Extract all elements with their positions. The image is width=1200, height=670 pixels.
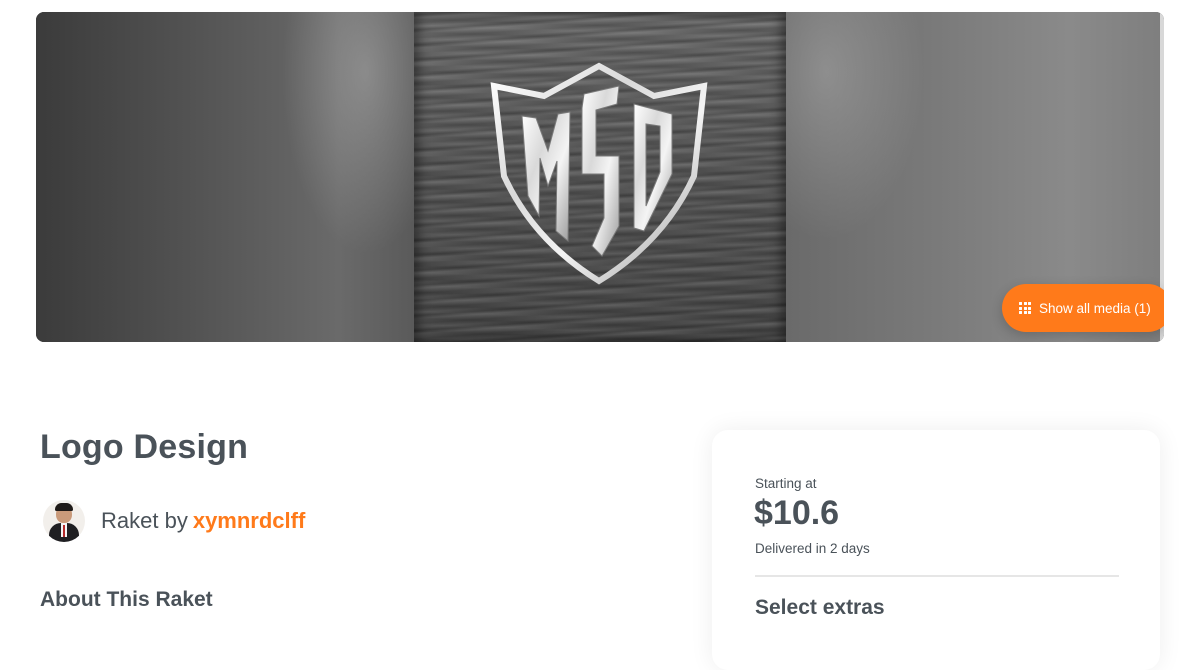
grid-icon	[1019, 302, 1031, 314]
delivery-time: Delivered in 2 days	[755, 541, 870, 556]
pricing-card: Starting at $10.6 Delivered in 2 days Se…	[712, 430, 1160, 670]
hero-wall-left	[36, 12, 414, 342]
about-heading: About This Raket	[40, 588, 213, 611]
author-row: Raket by xymnrdclff	[43, 500, 305, 542]
hero-media[interactable]: Show all media (1)	[36, 12, 1164, 342]
author-username-link[interactable]: xymnrdclff	[193, 508, 305, 533]
avatar[interactable]	[43, 500, 85, 542]
show-all-media-label: Show all media (1)	[1039, 300, 1151, 316]
select-extras-heading: Select extras	[755, 596, 885, 619]
starting-at-label: Starting at	[755, 476, 817, 491]
author-byline: Raket by xymnrdclff	[101, 508, 305, 534]
price-value: $10.6	[754, 494, 840, 532]
page-title: Logo Design	[40, 428, 249, 466]
divider	[755, 575, 1119, 577]
msd-logo-image	[490, 62, 708, 285]
author-prefix: Raket by	[101, 508, 188, 533]
show-all-media-button[interactable]: Show all media (1)	[1002, 284, 1164, 332]
